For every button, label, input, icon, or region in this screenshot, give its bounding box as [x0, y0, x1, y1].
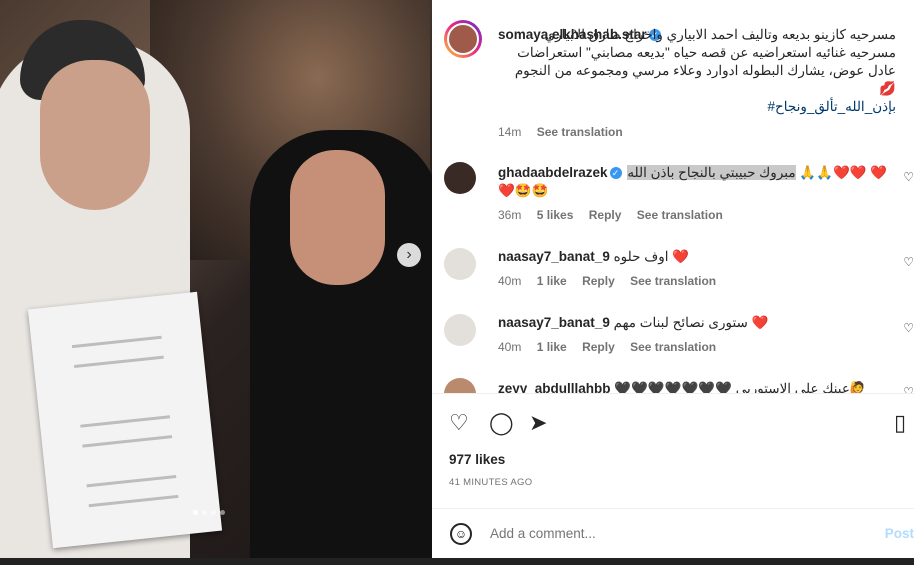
comment-username[interactable]: naasay7_banat_9	[498, 249, 610, 264]
comment-time: 40m	[498, 274, 522, 288]
likes-count[interactable]: 977 likes	[449, 452, 505, 467]
comments-list[interactable]: somaya.elkhashab.star ✓ مسرحيه كازينو بدي…	[432, 0, 914, 393]
see-translation-link[interactable]: See translation	[637, 208, 723, 222]
man-face	[40, 60, 150, 210]
comment-avatar[interactable]	[444, 248, 476, 280]
comment-like-heart-icon[interactable]: ♡	[903, 170, 914, 184]
comment: naasay7_banat_9 ستورى نصائح لبنات مهم ❤️	[498, 314, 896, 332]
bottom-strip	[0, 558, 914, 565]
comment-meta: 40m 1 like Reply See translation	[498, 340, 728, 354]
share-icon[interactable]: ➤	[529, 411, 553, 435]
comment: ghadaabdelrazek ✓ مبروك حبيبتي بالنجاح با…	[498, 164, 896, 200]
carousel-dots	[193, 510, 225, 515]
comment-likes[interactable]: 1 like	[537, 340, 567, 354]
comment-time: 36m	[498, 208, 522, 222]
comment-text: اوف حلوه ❤️	[613, 249, 690, 264]
comment-text: مبروك حبيبتي بالنجاح باذن الله	[627, 165, 796, 180]
comment-avatar[interactable]	[444, 162, 476, 194]
comment-time: 40m	[498, 340, 522, 354]
see-translation-link[interactable]: See translation	[630, 274, 716, 288]
comment-icon[interactable]: ◯	[489, 411, 514, 435]
heart-icon[interactable]: ♡	[449, 411, 473, 435]
reply-button[interactable]: Reply	[589, 208, 622, 222]
verified-icon: ✓	[609, 167, 622, 180]
comment-text: 🖤🖤🖤🖤🖤🖤🖤 عينك على الاستوريي🙋	[614, 381, 867, 393]
chevron-right-icon: ›	[406, 246, 412, 263]
reply-button[interactable]: Reply	[582, 274, 615, 288]
caption-meta: 14m See translation	[498, 125, 635, 139]
comment-username[interactable]: ghadaabdelrazek	[498, 165, 608, 180]
comment-avatar[interactable]	[444, 378, 476, 393]
comment-username[interactable]: zeyy_abdulllahbb	[498, 381, 611, 393]
author-avatar[interactable]	[444, 20, 482, 58]
comment-like-heart-icon[interactable]: ♡	[903, 321, 914, 335]
comment-meta: 40m 1 like Reply See translation	[498, 274, 728, 288]
reply-button[interactable]: Reply	[582, 340, 615, 354]
bookmark-icon[interactable]: ▯	[894, 411, 914, 435]
post-button[interactable]: Post	[885, 526, 914, 541]
comment-meta: 36m 5 likes Reply See translation	[498, 208, 735, 222]
comment-like-heart-icon[interactable]: ♡	[903, 255, 914, 269]
see-translation-link[interactable]: See translation	[630, 340, 716, 354]
comment-likes[interactable]: 1 like	[537, 274, 567, 288]
comment-like-heart-icon[interactable]: ♡	[903, 385, 914, 393]
emoji-icon[interactable]: ☺	[450, 523, 472, 545]
see-translation-link[interactable]: See translation	[537, 125, 623, 139]
comment-avatar[interactable]	[444, 314, 476, 346]
caption-time: 14m	[498, 125, 522, 139]
caption: somaya.elkhashab.star ✓ مسرحيه كازينو بدي…	[498, 26, 896, 116]
carousel-dot	[202, 510, 207, 515]
carousel-dot	[193, 510, 198, 515]
carousel-dot	[220, 510, 225, 515]
woman-face	[290, 150, 385, 285]
carousel-dot	[211, 510, 216, 515]
comment-username[interactable]: naasay7_banat_9	[498, 315, 610, 330]
action-bar: ♡ ◯ ➤ ▯	[432, 393, 914, 454]
comment: naasay7_banat_9 اوف حلوه ❤️	[498, 248, 896, 266]
next-slide-button[interactable]: ›	[397, 243, 421, 267]
post-time[interactable]: 41 MINUTES AGO	[449, 477, 532, 488]
post-media[interactable]: ›	[0, 0, 432, 558]
comment-input[interactable]	[488, 525, 872, 542]
comment: zeyy_abdulllahbb 🖤🖤🖤🖤🖤🖤🖤 عينك على الاستو…	[498, 380, 896, 393]
comment-likes[interactable]: 5 likes	[537, 208, 574, 222]
comment-bar: ☺ Post	[432, 508, 914, 559]
caption-hashtag[interactable]: بإذن_الله_تألق_ونجاح#	[498, 98, 896, 116]
post-panel: somaya.elkhashab.star ✓ مسرحيه كازينو بدي…	[432, 0, 914, 558]
comment-text: ستورى نصائح لبنات مهم ❤️	[613, 315, 769, 330]
caption-text: مسرحيه كازينو بديعه وتاليف احمد الابياري…	[514, 27, 896, 96]
